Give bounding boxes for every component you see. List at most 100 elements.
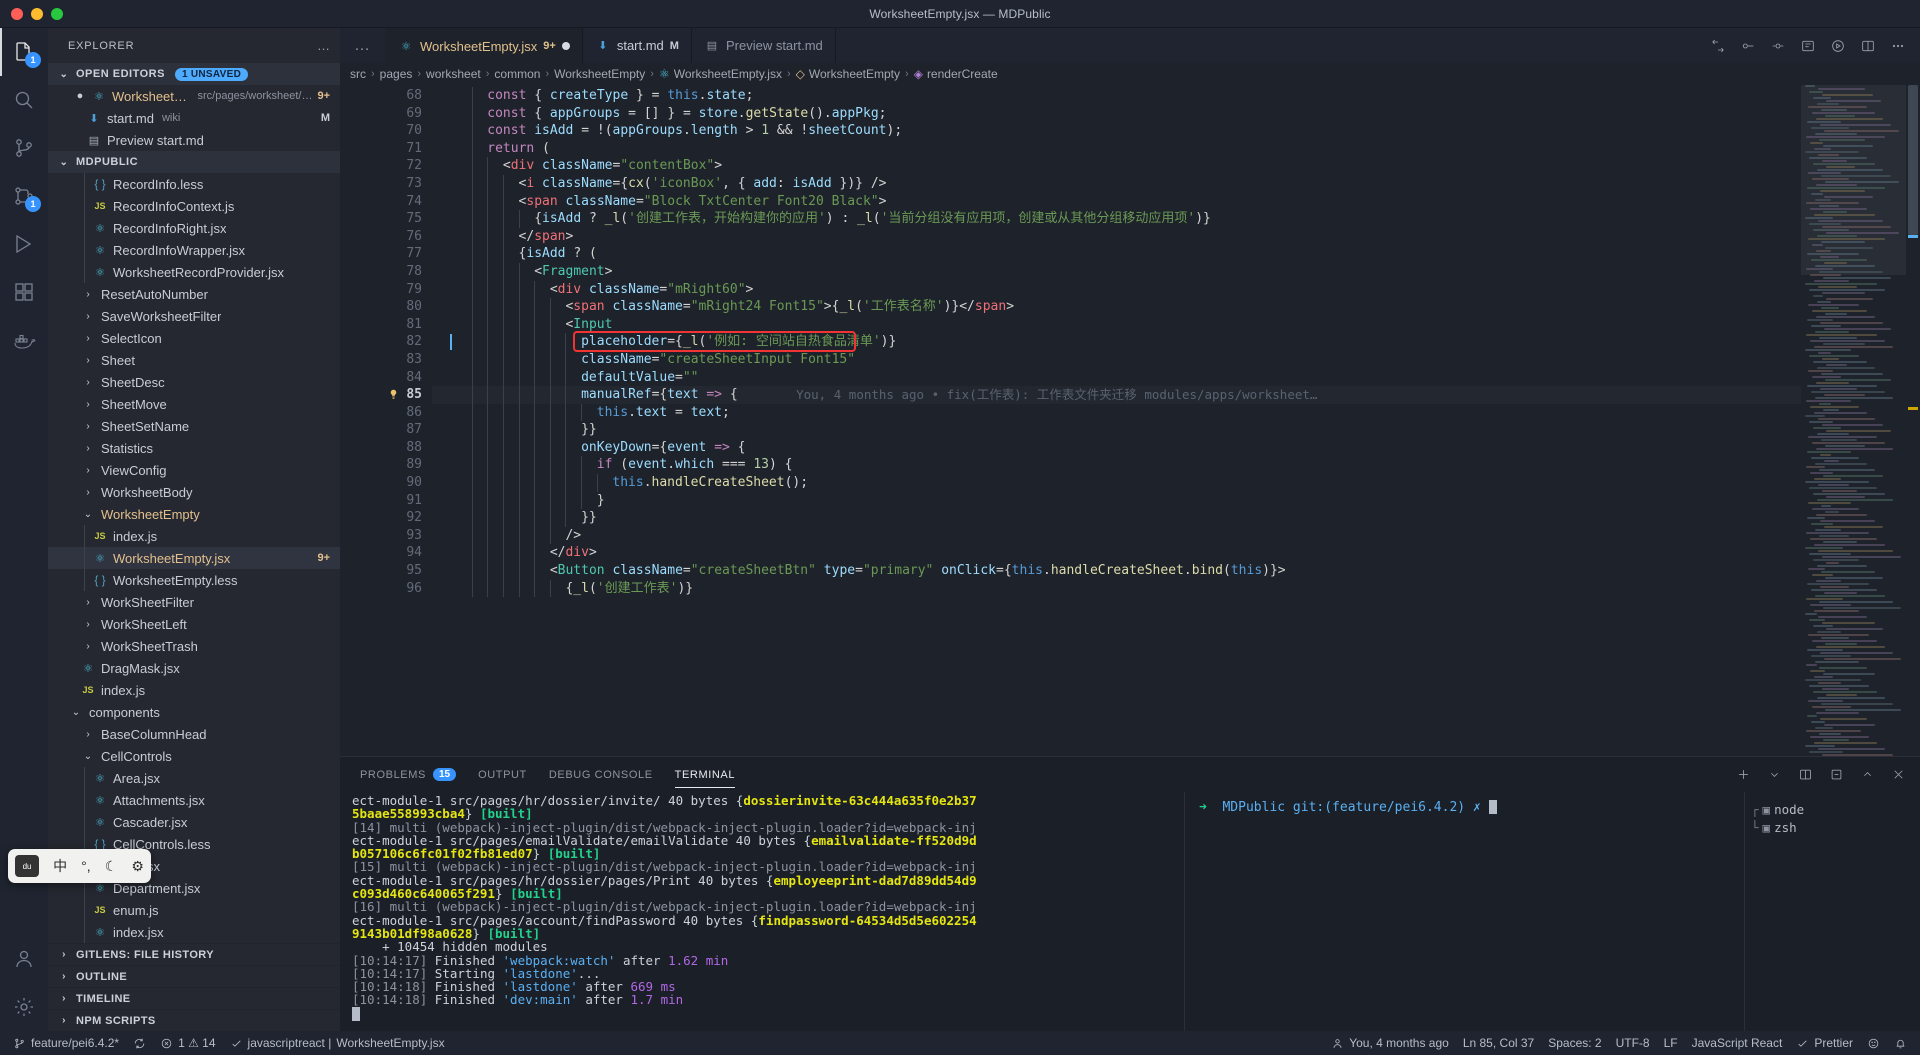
breadcrumb-item[interactable]: src [350, 67, 366, 81]
code-line[interactable]: if (event.which === 13) { [432, 456, 1801, 475]
more-actions-icon[interactable] [1890, 38, 1906, 54]
open-editor-item[interactable]: ⬇ start.md wiki M [48, 107, 340, 129]
code-line[interactable]: manualRef={text => {You, 4 months ago • … [432, 386, 1801, 404]
breadcrumb-item[interactable]: worksheet [426, 67, 481, 81]
code-line[interactable]: className="createSheetInput Font15" [432, 350, 1801, 369]
status-problems[interactable]: 1 ⚠ 14 [153, 1031, 222, 1055]
tab-start-md[interactable]: ⬇ start.md M [583, 28, 692, 63]
tree-file[interactable]: JS index.js [48, 525, 340, 547]
tree-folder[interactable]: › Sheet [48, 349, 340, 371]
code-line[interactable]: <div className="mRight60"> [432, 280, 1801, 299]
ime-punctuation-icon[interactable]: °, [81, 858, 91, 874]
breadcrumb-item[interactable]: ◈ renderCreate [914, 67, 998, 81]
sidebar-section-timeline[interactable]: › TIMELINE [48, 987, 340, 1009]
tree-file[interactable]: ⚛ Attachments.jsx [48, 789, 340, 811]
tree-file[interactable]: JS enum.js [48, 899, 340, 921]
activity-search[interactable] [0, 76, 48, 124]
tree-folder[interactable]: › WorkSheetTrash [48, 635, 340, 657]
tree-folder[interactable]: › SheetMove [48, 393, 340, 415]
tree-file[interactable]: ⚛ RecordInfoWrapper.jsx [48, 239, 340, 261]
status-indentation[interactable]: Spaces: 2 [1541, 1031, 1608, 1055]
tree-file[interactable]: ⚛ DragMask.jsx [48, 657, 340, 679]
ime-chinese-mode-icon[interactable]: 中 [53, 856, 67, 876]
tree-folder[interactable]: › SelectIcon [48, 327, 340, 349]
activity-explorer[interactable]: 1 [0, 28, 48, 76]
tree-folder[interactable]: › BaseColumnHead [48, 723, 340, 745]
file-tree[interactable]: { } RecordInfo.less JS RecordInfoContext.js… [48, 173, 340, 943]
breadcrumb-item[interactable]: common [494, 67, 540, 81]
tab-dirty-indicator-icon[interactable] [561, 42, 570, 50]
scrollbar-thumb[interactable] [1908, 85, 1918, 235]
activity-source-control[interactable] [0, 124, 48, 172]
panel-tab-terminal[interactable]: TERMINAL [674, 757, 736, 792]
tree-file[interactable]: ⚛ Cascader.jsx [48, 811, 340, 833]
sidebar-section-outline[interactable]: › OUTLINE [48, 965, 340, 987]
tab-preview-start-md[interactable]: ▤ Preview start.md [692, 28, 836, 63]
code-line[interactable]: }} [432, 421, 1801, 439]
tree-folder[interactable]: › Statistics [48, 437, 340, 459]
tree-folder[interactable]: › ViewConfig [48, 459, 340, 481]
tree-folder[interactable]: ⌄ WorksheetEmpty [48, 503, 340, 525]
code-line[interactable]: {_l('创建工作表')} [432, 579, 1801, 598]
code-line[interactable]: const { appGroups = [] } = store.getStat… [432, 104, 1801, 123]
tab-worksheetempty-jsx[interactable]: ⚛ WorksheetEmpty.jsx 9+ [386, 28, 583, 63]
open-editors-section-header[interactable]: ⌄ OPEN EDITORS 1 UNSAVED [48, 63, 340, 85]
code-line[interactable]: {isAdd ? _l('创建工作表，开始构建你的应用') : _l('当前分组… [432, 210, 1801, 228]
close-panel-icon[interactable] [1891, 767, 1906, 782]
status-sync[interactable] [126, 1031, 153, 1055]
run-or-debug-icon[interactable] [1830, 38, 1846, 54]
status-encoding[interactable]: UTF-8 [1609, 1031, 1657, 1055]
panel-tab-debug-console[interactable]: DEBUG CONSOLE [549, 757, 653, 792]
code-line[interactable]: this.text = text; [432, 403, 1801, 422]
code-line[interactable]: /> [432, 526, 1801, 545]
quick-fix-lightbulb-icon[interactable] [388, 388, 399, 401]
split-editor-icon[interactable] [1860, 38, 1876, 54]
code-line[interactable]: defaultValue="" [432, 368, 1801, 387]
tree-folder[interactable]: › ResetAutoNumber [48, 283, 340, 305]
code-content[interactable]: const { createType } = this.state; const … [432, 85, 1801, 756]
open-editor-item[interactable]: ● ⚛ WorksheetEmpty.jsx src/pages/workshe… [48, 85, 340, 107]
terminal-prompt-pane[interactable]: ➜ MDPublic git:(feature/pei6.4.2) ✗ [1185, 792, 1745, 1031]
tree-file[interactable]: ⚛ WorksheetRecordProvider.jsx [48, 261, 340, 283]
activity-accounts[interactable] [0, 935, 48, 983]
terminal-output[interactable]: ect-module-1 src/pages/hr/dossier/invite… [340, 792, 1185, 1031]
terminal-instance-zsh[interactable]: └ ▣ zsh [1745, 818, 1920, 836]
ime-settings-icon[interactable]: ⚙ [131, 858, 144, 875]
tree-folder[interactable]: › WorkSheetLeft [48, 613, 340, 635]
status-cursor-position[interactable]: Ln 85, Col 37 [1456, 1031, 1541, 1055]
code-line[interactable]: }} [432, 509, 1801, 527]
tree-file[interactable]: ⚛ Area.jsx [48, 767, 340, 789]
code-line[interactable]: this.handleCreateSheet(); [432, 474, 1801, 492]
status-language-mode[interactable]: JavaScript React [1685, 1031, 1790, 1055]
code-line[interactable]: const isAdd = !(appGroups.length > 1 && … [432, 122, 1801, 140]
breadcrumb-item[interactable]: ◇ WorksheetEmpty [796, 67, 900, 81]
open-editor-item[interactable]: ▤ Preview start.md [48, 129, 340, 151]
breadcrumb[interactable]: src › pages › worksheet › common › WorksheetEmpt… [340, 63, 1920, 85]
breadcrumb-item[interactable]: ⚛ WorksheetEmpty.jsx [659, 67, 782, 81]
code-editor[interactable]: 68 69 70 71 72 73 74 75 76 77 78 79 80 81 82 83 84 85 86 87… [340, 85, 1920, 756]
code-line[interactable]: return ( [432, 139, 1801, 158]
tree-folder[interactable]: › SheetDesc [48, 371, 340, 393]
open-changes-icon[interactable] [1710, 38, 1726, 54]
code-line[interactable]: <span className="mRight24 Font15">{_l('工… [432, 298, 1801, 316]
code-line[interactable]: <Fragment> [432, 262, 1801, 281]
sidebar-section-gitlens-file-history[interactable]: › GITLENS: FILE HISTORY [48, 943, 340, 965]
panel-tab-problems[interactable]: PROBLEMS 15 [360, 757, 457, 792]
breadcrumb-item[interactable]: pages [380, 67, 413, 81]
status-branch[interactable]: feature/pei6.4.2* [6, 1031, 126, 1055]
code-line[interactable]: </span> [432, 227, 1801, 246]
kill-terminal-icon[interactable] [1829, 767, 1844, 782]
tree-folder[interactable]: ⌄ components [48, 701, 340, 723]
activity-settings[interactable] [0, 983, 48, 1031]
tree-folder[interactable]: › WorksheetBody [48, 481, 340, 503]
ime-moon-icon[interactable]: ☾ [105, 858, 118, 875]
minimap[interactable] [1801, 85, 1906, 756]
terminal-body[interactable]: ect-module-1 src/pages/hr/dossier/invite… [340, 792, 1920, 1031]
tabs-overflow-icon[interactable]: … [340, 28, 386, 63]
code-line[interactable]: </div> [432, 544, 1801, 563]
tree-file[interactable]: ⚛ WorksheetEmpty.jsx 9+ [48, 547, 340, 569]
split-terminal-icon[interactable] [1798, 767, 1813, 782]
status-prettier[interactable]: Prettier [1789, 1031, 1860, 1055]
status-eol[interactable]: LF [1657, 1031, 1685, 1055]
tree-file[interactable]: JS RecordInfoContext.js [48, 195, 340, 217]
